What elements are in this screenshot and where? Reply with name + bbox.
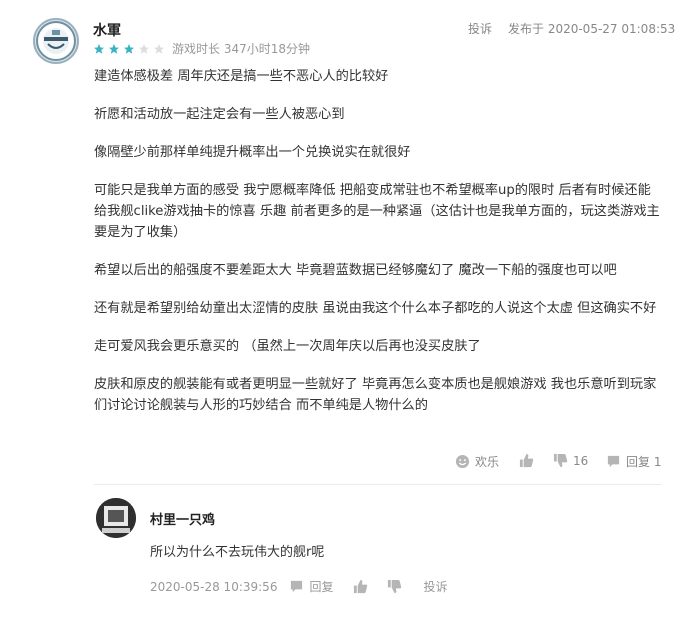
reply-action-bar: 2020-05-28 10:39:56 回复 投诉 <box>150 578 447 595</box>
rating-row: 游戏时长 347小时18分钟 <box>93 40 310 57</box>
like-button[interactable] <box>519 453 539 468</box>
thumbs-up-icon <box>354 579 368 594</box>
reply-avatar[interactable] <box>96 498 136 538</box>
reply-avatar-image-icon <box>96 498 136 538</box>
thumbs-up-icon <box>519 453 534 468</box>
funny-label: 欢乐 <box>475 455 500 469</box>
reply-button[interactable]: 回复 1 <box>606 453 661 470</box>
review-paragraph: 皮肤和原皮的舰装能有或者更明显一些就好了 毕竟再怎么变本质也是舰娘游戏 我也乐意… <box>94 377 657 413</box>
comment-icon <box>607 455 620 468</box>
reply-label: 回复 1 <box>626 455 662 469</box>
divider <box>94 484 662 485</box>
review-paragraph: 走可爱风我会更乐意买的 （虽然上一次周年庆以后再也没买皮肤了 <box>94 339 481 354</box>
star-icon <box>154 43 164 54</box>
review-paragraph: 希望以后出的船强度不要差距太大 毕竟碧蓝数据已经够魔幻了 魔改一下船的强度也可以… <box>94 263 617 278</box>
dislike-button[interactable]: 16 <box>553 453 588 468</box>
reply-text: 所以为什么不去玩伟大的舰r呢 <box>150 545 325 560</box>
review-paragraph: 像隔壁少前那样单纯提升概率出一个兑换说实在就很好 <box>94 145 411 160</box>
review-body: 建造体感极差 周年庆还是搞一些不恶心人的比较好 祈愿和活动放一起注定会有一些人被… <box>94 66 662 433</box>
laughing-man-logo-icon <box>36 21 76 61</box>
funny-button[interactable]: 欢乐 <box>455 453 499 470</box>
reply-time: 2020-05-28 10:39:56 <box>150 579 278 594</box>
smile-icon <box>455 454 470 469</box>
report-link[interactable]: 投诉 <box>468 20 492 37</box>
reply-username[interactable]: 村里一只鸡 <box>150 509 215 528</box>
review-paragraph: 还有就是希望别给幼童出太涩情的皮肤 虽说由我这个什么本子都吃的人说这个太虚 但这… <box>94 301 657 316</box>
post-time: 发布于 2020-05-27 01:08:53 <box>508 22 676 36</box>
star-rating <box>93 43 168 55</box>
dislike-count: 16 <box>573 453 589 468</box>
user-avatar[interactable] <box>33 18 79 64</box>
reply-reply-button[interactable]: 回复 <box>289 578 333 595</box>
star-icon <box>94 43 104 54</box>
comment-icon <box>291 580 303 593</box>
reply-reply-label: 回复 <box>309 580 334 594</box>
review-paragraph: 建造体感极差 周年庆还是搞一些不恶心人的比较好 <box>94 69 389 84</box>
star-icon <box>139 43 149 54</box>
review-paragraph: 可能只是我单方面的感受 我宁愿概率降低 把船变成常驻也不希望概率up的限时 后者… <box>94 183 660 240</box>
playtime-text: 游戏时长 347小时18分钟 <box>172 42 310 56</box>
reply-like-button[interactable] <box>353 579 373 594</box>
reply-report-link[interactable]: 投诉 <box>423 578 447 595</box>
review-username[interactable]: 水軍 <box>93 20 121 40</box>
review-paragraph: 祈愿和活动放一起注定会有一些人被恶心到 <box>94 107 345 122</box>
reply-dislike-button[interactable] <box>387 579 407 594</box>
star-icon <box>109 43 119 54</box>
thumbs-down-icon <box>553 453 568 468</box>
thumbs-down-icon <box>388 579 402 594</box>
star-icon <box>124 43 134 54</box>
